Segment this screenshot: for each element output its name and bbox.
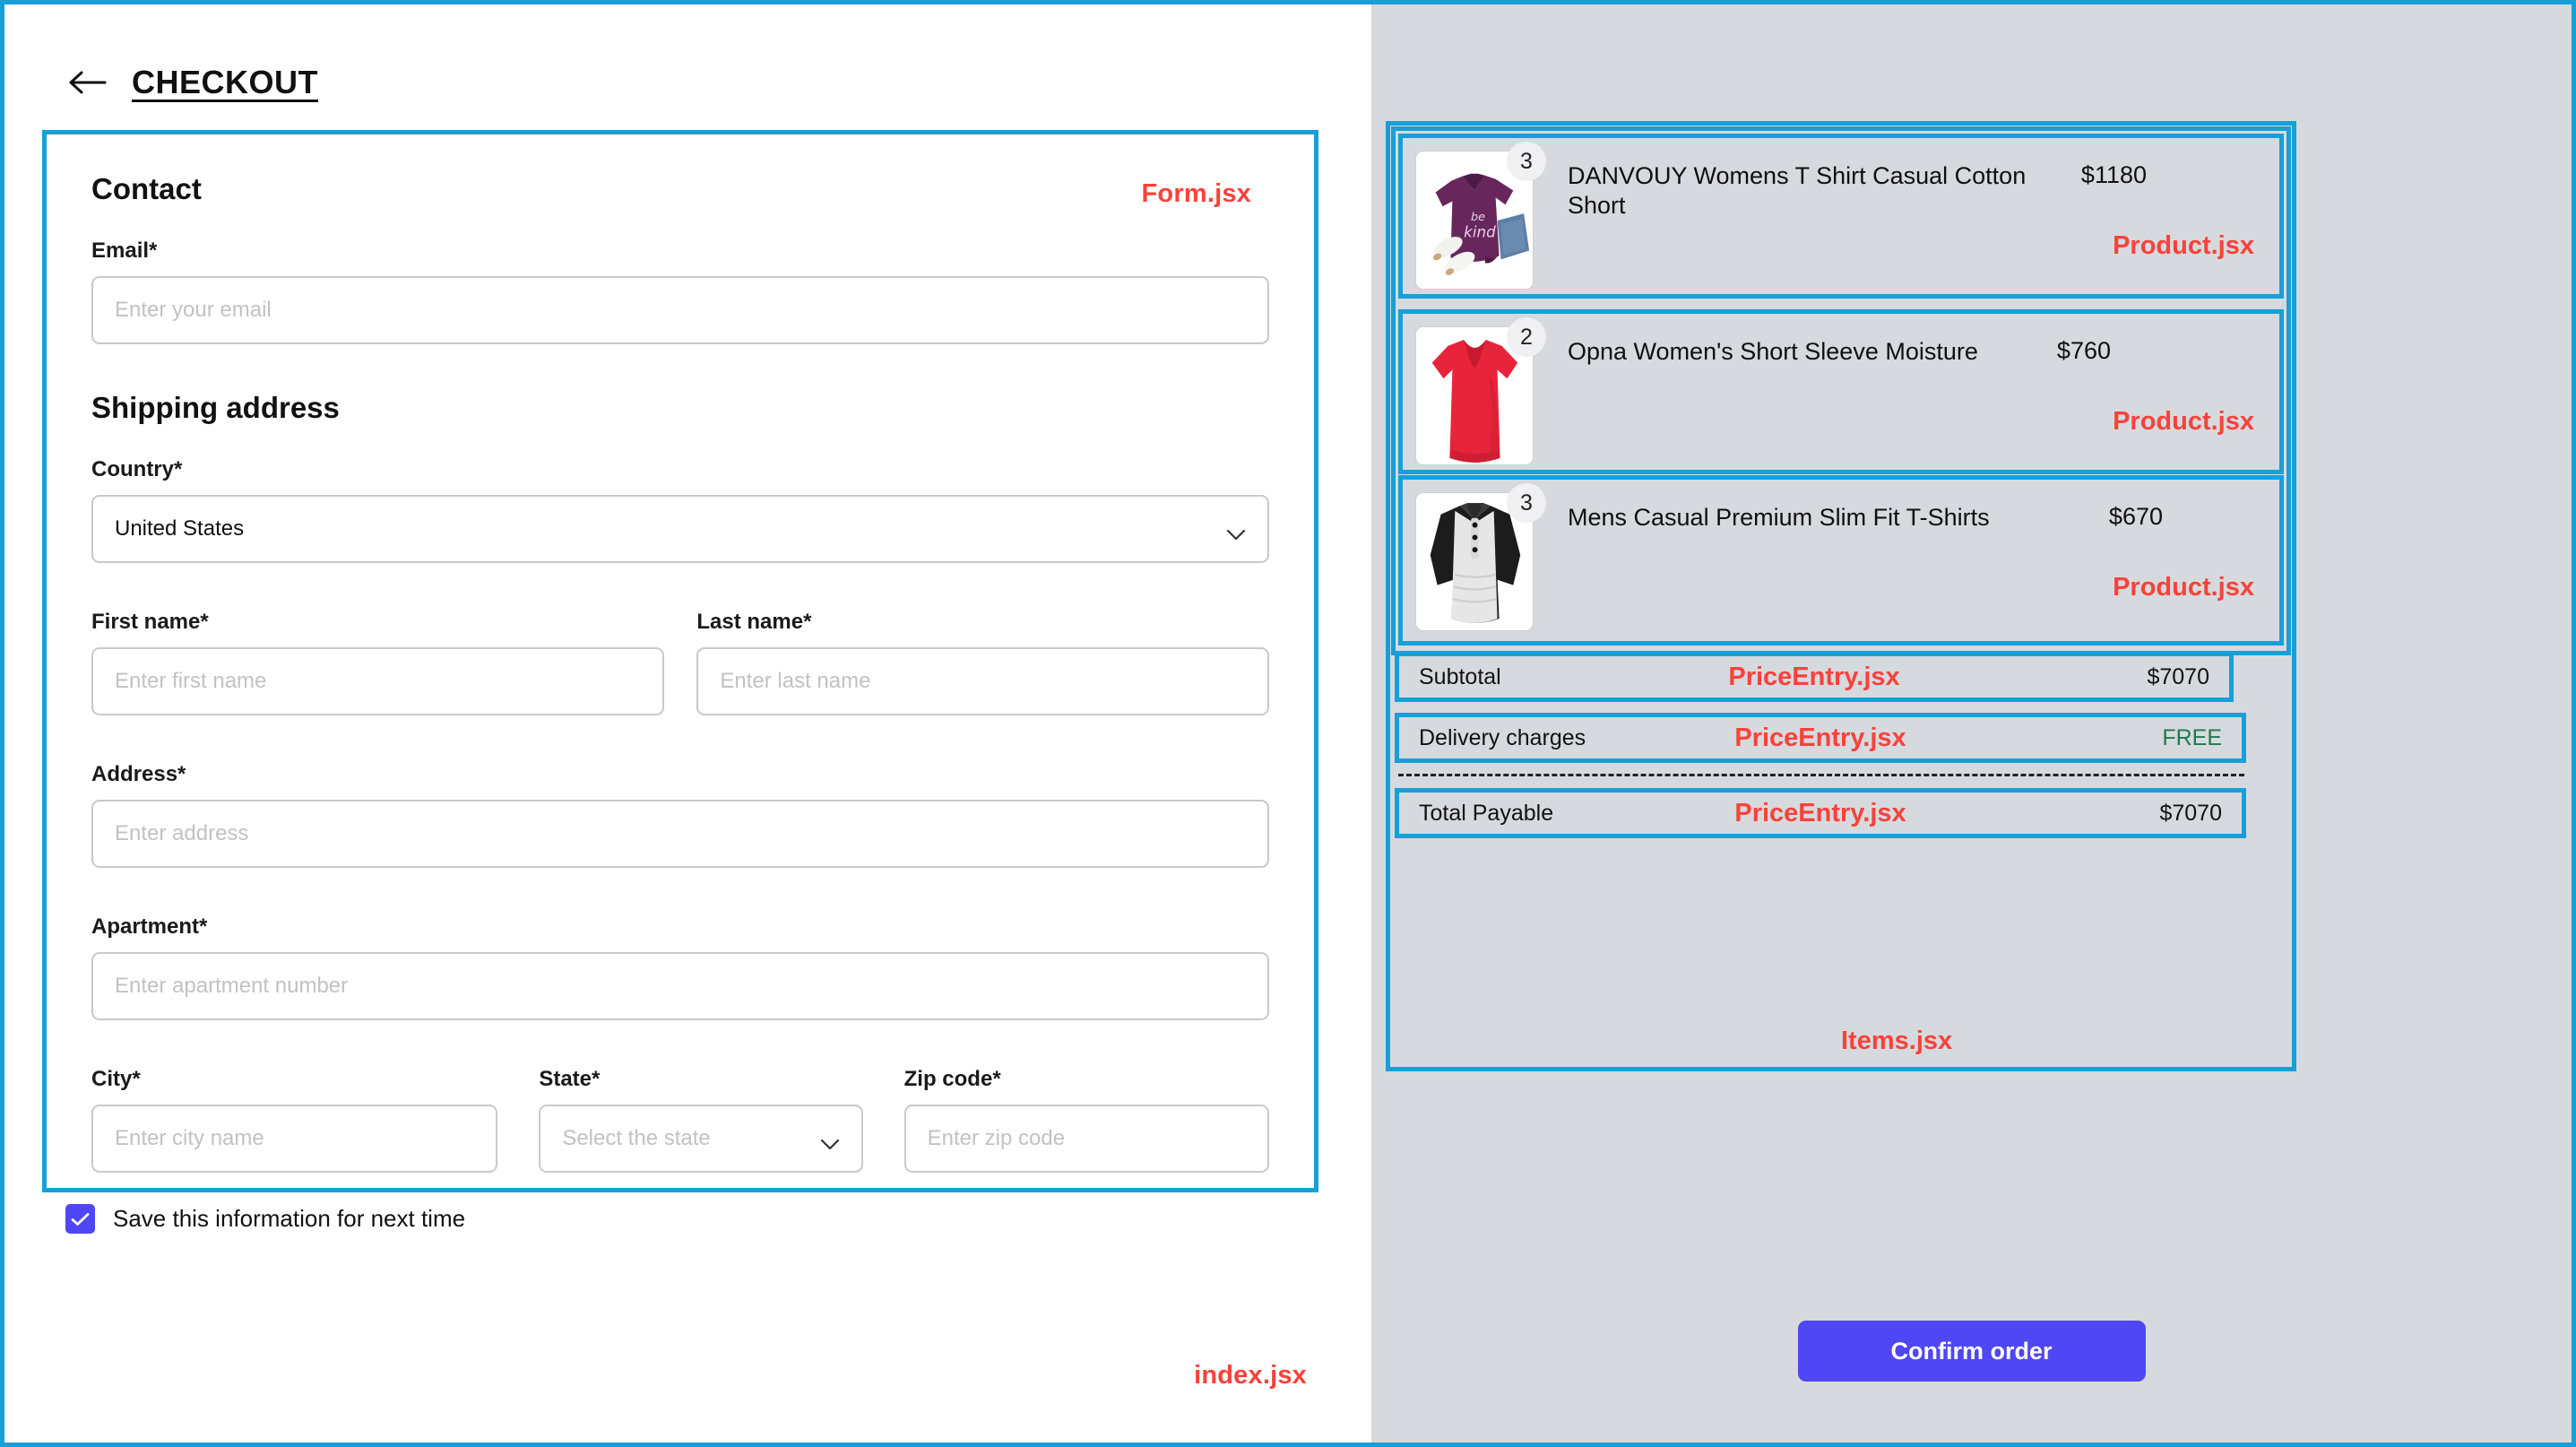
annotation-index-jsx: index.jsx	[1194, 1361, 1307, 1390]
apartment-label: Apartment*	[91, 914, 208, 939]
annotation-priceentry-jsx: PriceEntry.jsx	[1734, 723, 1906, 752]
product-price: $760	[2056, 337, 2111, 364]
price-row-label: Subtotal	[1419, 663, 1501, 689]
contact-heading: Contact	[91, 172, 202, 205]
product-thumbnail-wrap: 3	[1415, 483, 1546, 631]
product-price: $1180	[2080, 161, 2147, 188]
email-field-group: Email*	[91, 238, 1269, 344]
chevron-down-icon	[820, 1132, 840, 1150]
country-field-group: Country* United States	[91, 457, 1269, 563]
zip-label: Zip code*	[903, 1067, 1001, 1091]
save-info-checkbox[interactable]	[65, 1204, 95, 1234]
save-info-row[interactable]: Save this information for next time	[65, 1204, 465, 1234]
annotation-priceentry-jsx: PriceEntry.jsx	[1728, 662, 1900, 691]
field-gap	[664, 610, 697, 715]
zip-input[interactable]	[903, 1105, 1269, 1173]
city-field-group: City*	[91, 1067, 498, 1173]
field-gap	[497, 1067, 539, 1173]
email-input[interactable]	[91, 276, 1269, 344]
state-select[interactable]: Select the state	[539, 1105, 863, 1173]
address-field-group: Address*	[91, 762, 1269, 868]
checkout-page: CHECKOUT Form.jsx Contact Email* Shippin…	[0, 0, 2576, 1447]
quantity-badge: 3	[1507, 142, 1546, 181]
order-summary-pane: be kind 3 DANVOUY Womens T Shirt Casual …	[1371, 0, 2576, 1447]
annotation-product-jsx: Product.jsx	[2113, 407, 2254, 436]
name-fields-row: First name* Last name*	[91, 610, 1269, 715]
city-label: City*	[91, 1067, 141, 1091]
table-row[interactable]: 3 Mens Casual Premium Slim Fit T-Shirts …	[1398, 475, 2284, 646]
address-label: Address*	[91, 762, 186, 786]
chevron-down-icon	[1226, 523, 1246, 541]
first-name-input[interactable]	[91, 647, 664, 715]
last-name-input[interactable]	[696, 647, 1269, 715]
price-divider	[1398, 774, 2244, 776]
table-row[interactable]: be kind 3 DANVOUY Womens T Shirt Casual …	[1398, 134, 2284, 299]
apartment-field-group: Apartment*	[91, 914, 1269, 1020]
price-row-delivery: Delivery charges PriceEntry.jsx FREE	[1395, 713, 2246, 763]
country-select[interactable]: United States	[91, 495, 1269, 563]
country-selected-value: United States	[115, 516, 245, 541]
city-state-zip-row: City* State* Select the state	[91, 1067, 1269, 1173]
quantity-badge: 2	[1507, 317, 1546, 357]
price-row-subtotal: Subtotal PriceEntry.jsx $7070	[1395, 652, 2234, 702]
confirm-order-button[interactable]: Confirm order	[1797, 1321, 2146, 1382]
checkout-header: CHECKOUT	[4, 4, 1371, 101]
price-row-value: FREE	[2162, 724, 2222, 750]
quantity-badge: 3	[1507, 483, 1546, 523]
last-name-field-group: Last name*	[696, 610, 1269, 715]
first-name-field-group: First name*	[91, 610, 664, 715]
state-selected-value: Select the state	[562, 1126, 711, 1150]
field-gap	[863, 1067, 904, 1173]
annotation-priceentry-jsx: PriceEntry.jsx	[1734, 798, 1906, 827]
annotation-items-jsx: Items.jsx	[1841, 1027, 1953, 1055]
last-name-label: Last name*	[696, 610, 812, 634]
page-title: CHECKOUT	[132, 64, 318, 100]
apartment-input[interactable]	[91, 952, 1269, 1020]
city-input[interactable]	[91, 1105, 498, 1173]
price-row-value: $7070	[2159, 800, 2222, 826]
price-row-label: Total Payable	[1419, 800, 1554, 826]
product-thumbnail-wrap: 2	[1415, 317, 1546, 465]
annotation-form-jsx: Form.jsx	[1141, 179, 1251, 208]
zip-field-group: Zip code*	[903, 1067, 1269, 1173]
svg-text:kind: kind	[1464, 223, 1496, 241]
arrow-left-icon[interactable]	[67, 68, 108, 97]
price-row-label: Delivery charges	[1419, 724, 1586, 750]
address-input[interactable]	[91, 800, 1269, 868]
first-name-label: First name*	[91, 610, 209, 634]
save-info-label: Save this information for next time	[113, 1205, 466, 1232]
email-label: Email*	[91, 238, 158, 263]
state-label: State*	[539, 1067, 601, 1091]
annotation-product-jsx: Product.jsx	[2113, 573, 2254, 602]
shipping-address-heading: Shipping address	[91, 391, 340, 424]
product-name: Opna Women's Short Sleeve Moisture	[1568, 338, 1978, 365]
product-name: DANVOUY Womens T Shirt Casual Cotton Sho…	[1568, 162, 2027, 219]
product-name: Mens Casual Premium Slim Fit T-Shirts	[1568, 504, 1990, 531]
table-row[interactable]: 2 Opna Women's Short Sleeve Moisture $76…	[1398, 309, 2284, 474]
country-label: Country*	[91, 457, 183, 481]
product-price: $670	[2108, 503, 2163, 530]
checkout-left-pane: CHECKOUT Form.jsx Contact Email* Shippin…	[0, 0, 1371, 1447]
annotation-product-jsx: Product.jsx	[2113, 231, 2254, 260]
form-component-region: Form.jsx Contact Email* Shipping address…	[42, 130, 1318, 1192]
price-row-value: $7070	[2147, 663, 2209, 689]
price-row-total: Total Payable PriceEntry.jsx $7070	[1395, 788, 2246, 838]
state-field-group: State* Select the state	[539, 1067, 863, 1173]
product-thumbnail-wrap: be kind 3	[1415, 142, 1546, 290]
